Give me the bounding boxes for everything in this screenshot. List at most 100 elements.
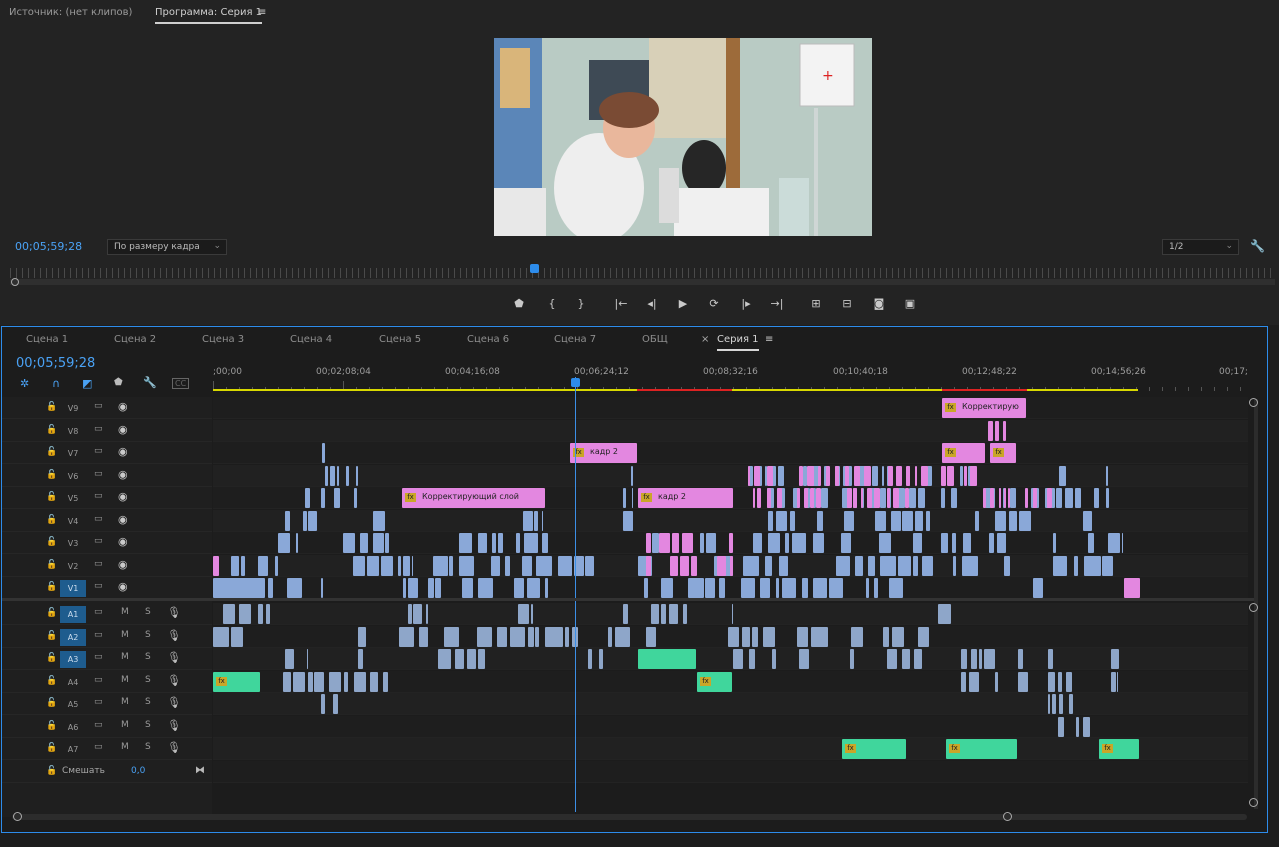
timeline-clip[interactable] xyxy=(941,488,945,508)
timeline-clip[interactable] xyxy=(1025,488,1028,508)
lock-icon[interactable]: 🔓 xyxy=(46,537,57,547)
timeline-clip[interactable] xyxy=(952,533,956,553)
timeline-clip[interactable] xyxy=(213,578,265,598)
timeline-clip[interactable]: fx Корректирующий слой xyxy=(402,488,545,508)
timeline-clip[interactable] xyxy=(844,510,854,531)
timeline-clip[interactable] xyxy=(524,533,538,553)
solo-button[interactable]: S xyxy=(145,742,151,752)
timeline-clip[interactable] xyxy=(518,604,529,624)
timeline-clip[interactable] xyxy=(999,488,1001,508)
timeline-clip[interactable] xyxy=(872,465,878,486)
timeline-clip[interactable] xyxy=(303,510,307,531)
track-name[interactable]: A2 xyxy=(60,628,86,646)
mute-button[interactable]: M xyxy=(121,607,129,617)
mark-out-icon[interactable]: } xyxy=(572,296,590,312)
go-to-in-icon[interactable]: |← xyxy=(612,296,630,312)
timeline-clip[interactable] xyxy=(733,649,743,669)
mute-button[interactable]: M xyxy=(121,697,129,707)
timeline-clip[interactable] xyxy=(285,649,294,669)
track-name[interactable]: A5 xyxy=(60,696,86,713)
timeline-clip[interactable] xyxy=(902,649,910,669)
timeline-clip[interactable] xyxy=(880,488,886,508)
timeline-clip[interactable] xyxy=(370,671,378,692)
timeline-clip[interactable] xyxy=(1106,465,1108,486)
timeline-clip[interactable] xyxy=(995,510,1006,531)
microphone-icon[interactable]: 🎙 xyxy=(167,696,181,709)
timeline-clip[interactable] xyxy=(989,533,994,553)
close-icon[interactable]: × xyxy=(701,334,709,345)
timeline-clip[interactable] xyxy=(266,604,270,624)
timeline-clip[interactable] xyxy=(399,626,414,647)
timeline-clip[interactable] xyxy=(682,533,693,553)
timeline-clip[interactable] xyxy=(706,533,716,553)
timeline-clip[interactable] xyxy=(505,555,510,576)
timeline-clip[interactable] xyxy=(325,465,328,486)
add-marker-icon[interactable]: ⬟ xyxy=(114,377,123,388)
timeline-clip[interactable] xyxy=(1094,488,1099,508)
timeline-clip[interactable]: fx xyxy=(697,671,732,692)
timeline-clip[interactable] xyxy=(419,626,428,647)
timeline-clip[interactable] xyxy=(717,555,726,576)
tab-scene-4[interactable]: Сцена 4 xyxy=(290,334,332,345)
timeline-clip[interactable] xyxy=(743,555,759,576)
hscroll-handle-left[interactable] xyxy=(13,812,22,821)
timeline-clip[interactable] xyxy=(1122,533,1123,553)
microphone-icon[interactable]: 🎙 xyxy=(167,629,181,642)
timeline-clip[interactable] xyxy=(1003,420,1006,441)
track-lane[interactable] xyxy=(213,603,1248,625)
timeline-clip[interactable] xyxy=(785,533,789,553)
timeline-clip[interactable] xyxy=(898,555,911,576)
timeline-clip[interactable] xyxy=(887,488,890,508)
timeline-clip[interactable] xyxy=(847,488,852,508)
timeline-clip[interactable] xyxy=(772,649,776,669)
video-audio-divider[interactable] xyxy=(2,598,1254,601)
timeline-clip[interactable] xyxy=(700,533,704,553)
timeline-clip[interactable] xyxy=(898,488,905,508)
timeline-clip[interactable] xyxy=(914,649,922,669)
hscroll-handle-right[interactable] xyxy=(1003,812,1012,821)
eye-icon[interactable]: ◉ xyxy=(118,468,132,481)
timeline-clip[interactable]: fx xyxy=(946,739,1017,759)
track-name[interactable]: V1 xyxy=(60,580,86,597)
timeline-clip[interactable] xyxy=(960,465,963,486)
timeline-clip[interactable] xyxy=(527,578,540,598)
program-tab[interactable]: Программа: Серия 1 xyxy=(155,7,263,24)
timeline-clip[interactable] xyxy=(426,604,428,624)
timeline-clip[interactable] xyxy=(413,604,422,624)
tab-scene-3[interactable]: Сцена 3 xyxy=(202,334,244,345)
track-name[interactable]: V4 xyxy=(60,513,86,530)
timeline-clip[interactable] xyxy=(542,510,543,531)
timeline-clip[interactable] xyxy=(360,533,368,553)
timeline-clip[interactable] xyxy=(1102,555,1113,576)
solo-button[interactable]: S xyxy=(145,607,151,617)
timeline-clip[interactable] xyxy=(851,626,863,647)
lock-icon[interactable]: 🔓 xyxy=(46,608,57,618)
timeline-clip[interactable] xyxy=(874,488,880,508)
timeline-clip[interactable] xyxy=(705,578,715,598)
resolution-dropdown[interactable]: 1/2 ⌄ xyxy=(1162,239,1239,255)
solo-button[interactable]: S xyxy=(145,652,151,662)
timeline-clip[interactable] xyxy=(523,510,533,531)
timeline-clip[interactable] xyxy=(799,649,809,669)
timeline-clip[interactable] xyxy=(478,578,493,598)
timeline-clip[interactable] xyxy=(478,649,485,669)
timeline-clip[interactable] xyxy=(343,533,355,553)
timeline-clip[interactable] xyxy=(358,649,363,669)
timeline-clip[interactable] xyxy=(760,578,770,598)
timeline-clip[interactable] xyxy=(545,626,563,647)
sync-lock-icon[interactable]: ▭ xyxy=(94,559,107,570)
timeline-clip[interactable] xyxy=(293,671,305,692)
timeline-clip[interactable] xyxy=(799,465,803,486)
timeline-clip[interactable] xyxy=(1048,671,1055,692)
timeline-clip[interactable] xyxy=(412,555,413,576)
timeline-clip[interactable] xyxy=(354,671,366,692)
tab-scene-2[interactable]: Сцена 2 xyxy=(114,334,156,345)
track-area[interactable]: fx Корректирую fx кадр 2 fx fx fx Корректирующи… xyxy=(213,397,1248,817)
timeline-clip[interactable] xyxy=(777,488,782,508)
timeline-clip[interactable] xyxy=(522,555,532,576)
timeline-clip[interactable] xyxy=(514,578,524,598)
mute-button[interactable]: M xyxy=(121,742,129,752)
timeline-clip[interactable] xyxy=(883,626,889,647)
timeline-clip[interactable] xyxy=(321,488,325,508)
timeline-clip[interactable] xyxy=(855,555,863,576)
